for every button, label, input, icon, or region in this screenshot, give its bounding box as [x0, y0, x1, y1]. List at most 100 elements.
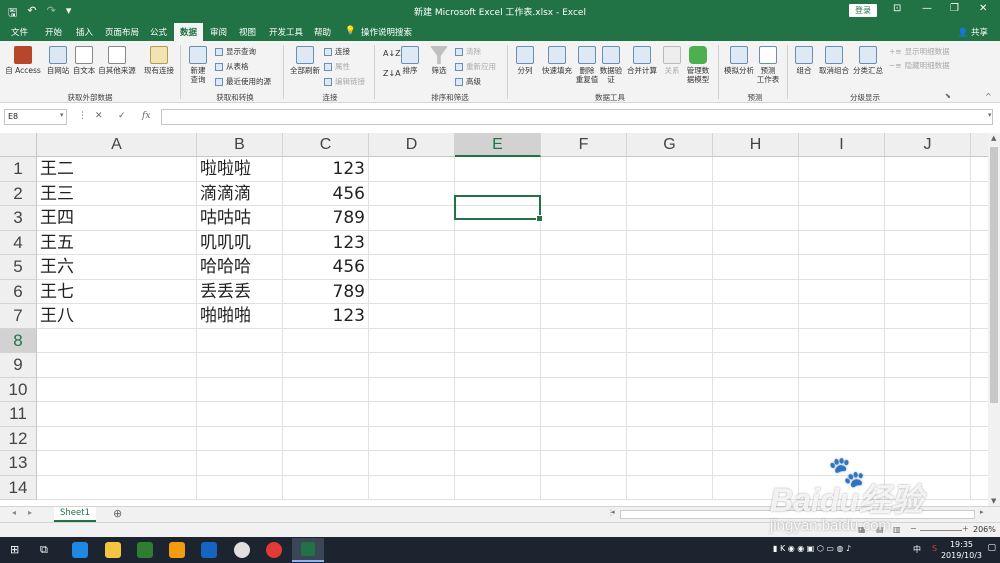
cell-h12[interactable]: [713, 426, 799, 451]
tab-page-layout[interactable]: 页面布局: [105, 26, 139, 38]
tab-file[interactable]: 文件: [11, 26, 28, 38]
cell-a11[interactable]: [37, 402, 197, 427]
tell-me-search[interactable]: 操作说明搜索: [361, 26, 412, 38]
tab-review[interactable]: 审阅: [210, 26, 227, 38]
file-explorer-icon[interactable]: [105, 542, 121, 558]
name-box-dropdown-icon[interactable]: ▾: [60, 111, 64, 119]
cell-b12[interactable]: [197, 426, 283, 451]
cell-e8[interactable]: [455, 328, 541, 353]
column-header-i[interactable]: I: [799, 133, 885, 157]
relationships-button[interactable]: 关系: [661, 46, 683, 75]
g-app-icon[interactable]: [169, 542, 185, 558]
cell-b6[interactable]: 丢丢丢: [197, 279, 283, 304]
cell-f13[interactable]: [541, 451, 627, 476]
enter-icon[interactable]: ✓: [118, 111, 126, 121]
cell-e11[interactable]: [455, 402, 541, 427]
cell-b2[interactable]: 滴滴滴: [197, 181, 283, 206]
cell-f8[interactable]: [541, 328, 627, 353]
cell-b5[interactable]: 哈哈哈: [197, 255, 283, 280]
row-header-5[interactable]: 5: [0, 255, 37, 280]
cell-d8[interactable]: [369, 328, 455, 353]
netease-music-icon[interactable]: [266, 542, 282, 558]
dialog-launcher-icon[interactable]: ⬊: [945, 92, 951, 100]
what-if-analysis-button[interactable]: 模拟分析: [721, 46, 757, 75]
column-header-c[interactable]: C: [283, 133, 369, 157]
group-button[interactable]: 组合: [792, 46, 816, 75]
filter-button[interactable]: 筛选: [427, 46, 451, 75]
cell-k3[interactable]: [971, 206, 988, 231]
cell-g13[interactable]: [627, 451, 713, 476]
cell-c5[interactable]: 456: [283, 255, 369, 280]
media-player-icon[interactable]: [137, 542, 153, 558]
row-header-7[interactable]: 7: [0, 304, 37, 329]
cell-c6[interactable]: 789: [283, 279, 369, 304]
cell-d2[interactable]: [369, 181, 455, 206]
ime-indicator[interactable]: 中: [913, 544, 921, 555]
select-all-corner[interactable]: [0, 133, 37, 157]
cell-e6[interactable]: [455, 279, 541, 304]
row-header-10[interactable]: 10: [0, 377, 37, 402]
cell-j8[interactable]: [885, 328, 971, 353]
cell-h8[interactable]: [713, 328, 799, 353]
cell-a12[interactable]: [37, 426, 197, 451]
cell-j1[interactable]: [885, 157, 971, 182]
cell-c8[interactable]: [283, 328, 369, 353]
cancel-icon[interactable]: ✕: [95, 111, 103, 121]
tray-icons[interactable]: ▮ K ◉ ◉ ▣ ⬡ ▭ ◍ ♪: [773, 544, 851, 553]
insert-function-icon[interactable]: fx: [142, 111, 150, 121]
cell-d4[interactable]: [369, 230, 455, 255]
active-cell-e8[interactable]: [454, 195, 543, 222]
worksheet-grid[interactable]: A B C D E F G H I J 1 王二 啦啦啦 123 2 王三 滴滴滴 456 3 王…: [0, 133, 988, 506]
cell-a6[interactable]: 王七: [37, 279, 197, 304]
cell-c2[interactable]: 456: [283, 181, 369, 206]
column-header-a[interactable]: A: [37, 133, 197, 157]
clear-filter-button[interactable]: 清除: [455, 46, 481, 57]
tab-help[interactable]: 帮助: [314, 26, 331, 38]
cell-k8[interactable]: [971, 329, 988, 353]
scroll-right-icon[interactable]: ▸: [980, 508, 984, 516]
taskbar-clock[interactable]: 19:35 2019/10/3: [941, 539, 982, 561]
vertical-scrollbar[interactable]: ▲ ▼: [988, 133, 1000, 506]
tab-developer[interactable]: 开发工具: [269, 26, 303, 38]
flash-fill-button[interactable]: 快速填充: [538, 46, 576, 75]
cell-g1[interactable]: [627, 157, 713, 182]
cell-a10[interactable]: [37, 377, 197, 402]
scroll-down-icon[interactable]: ▼: [991, 497, 996, 505]
formula-input[interactable]: [161, 109, 993, 125]
cell-e4[interactable]: [455, 230, 541, 255]
cell-g6[interactable]: [627, 279, 713, 304]
from-access-button[interactable]: 自 Access: [4, 46, 42, 75]
cell-k7[interactable]: [971, 304, 988, 329]
notification-icon[interactable]: ▢: [987, 543, 996, 553]
cell-g10[interactable]: [627, 377, 713, 402]
text-to-columns-button[interactable]: 分列: [512, 46, 538, 75]
column-header-j[interactable]: J: [885, 133, 971, 157]
cell-b4[interactable]: 叽叽叽: [197, 230, 283, 255]
cell-i7[interactable]: [799, 304, 885, 329]
vertical-scroll-thumb[interactable]: [990, 147, 998, 403]
column-header-b[interactable]: B: [197, 133, 283, 157]
cell-b9[interactable]: [197, 353, 283, 378]
cell-a8[interactable]: [37, 328, 197, 353]
excel-taskbar-button[interactable]: [292, 538, 324, 562]
cell-k2[interactable]: [971, 182, 988, 206]
cell-f6[interactable]: [541, 279, 627, 304]
column-header-e[interactable]: E: [455, 133, 541, 157]
cell-a5[interactable]: 王六: [37, 255, 197, 280]
row-header-2[interactable]: 2: [0, 181, 37, 206]
subtotal-button[interactable]: 分类汇总: [851, 46, 885, 75]
cell-f5[interactable]: [541, 255, 627, 280]
cell-d3[interactable]: [369, 206, 455, 231]
cell-a3[interactable]: 王四: [37, 206, 197, 231]
next-sheet-icon[interactable]: ▸: [28, 508, 32, 517]
windows-start-icon[interactable]: ⊞: [10, 543, 19, 556]
task-view-icon[interactable]: ⧉: [40, 543, 48, 557]
cell-k6[interactable]: [971, 280, 988, 304]
cell-g11[interactable]: [627, 402, 713, 427]
cell-i4[interactable]: [799, 230, 885, 255]
cell-g12[interactable]: [627, 426, 713, 451]
new-query-button[interactable]: 新建 查询: [185, 46, 211, 84]
cell-j9[interactable]: [885, 353, 971, 378]
cell-i9[interactable]: [799, 353, 885, 378]
cell-h1[interactable]: [713, 157, 799, 182]
